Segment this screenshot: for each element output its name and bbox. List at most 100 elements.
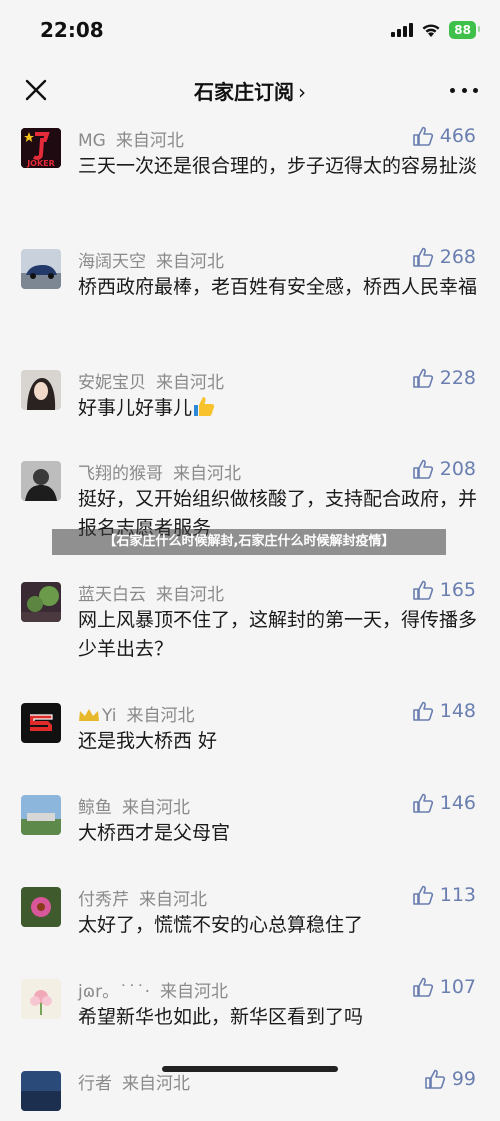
comment-meta: MG 来自河北 [78, 126, 184, 151]
avatar[interactable] [21, 703, 61, 743]
like-button[interactable]: 113 [412, 884, 476, 906]
avatar[interactable] [21, 370, 61, 410]
comment-username[interactable]: 安妮宝贝 [78, 373, 146, 393]
comment-meta: Yi 来自河北 [78, 701, 195, 726]
like-icon [412, 459, 433, 479]
like-count: 268 [439, 246, 476, 268]
home-indicator[interactable] [162, 1066, 338, 1072]
like-button[interactable]: 146 [412, 792, 476, 814]
list-item: jɷr。˙˙˙· 来自河北 107 希望新华也如此，新华区看到了吗 [0, 969, 500, 1061]
comment-username[interactable]: 鲸鱼 [78, 798, 112, 818]
like-button[interactable]: 268 [412, 246, 476, 268]
like-button[interactable]: 228 [412, 367, 476, 389]
comment-username[interactable]: 行者 [78, 1074, 112, 1094]
comment-location: 来自河北 [126, 706, 195, 726]
like-icon [412, 793, 433, 813]
navbar: 石家庄订阅 › [0, 62, 500, 118]
like-button[interactable]: 165 [412, 579, 476, 601]
comment-username[interactable]: Yi [102, 706, 117, 726]
comment-meta: 鲸鱼 来自河北 [78, 793, 190, 818]
like-count: 228 [439, 367, 476, 389]
like-button[interactable]: 148 [412, 700, 476, 722]
status-icons: 88 [391, 21, 480, 39]
comment-meta: 蓝天白云 来自河北 [78, 580, 224, 605]
like-count: 148 [439, 700, 476, 722]
like-icon [412, 247, 433, 267]
like-count: 107 [439, 976, 476, 998]
like-count: 99 [451, 1068, 476, 1090]
like-button[interactable]: 107 [412, 976, 476, 998]
thumbs-up-emoji-icon [194, 397, 215, 416]
like-icon [412, 580, 433, 600]
more-icon[interactable] [450, 80, 478, 100]
like-icon [412, 977, 433, 997]
avatar[interactable] [21, 582, 61, 622]
comment-meta: 安妮宝贝 来自河北 [78, 368, 224, 393]
like-icon [412, 701, 433, 721]
comment-location: 来自河北 [156, 252, 224, 272]
list-item: JOKER MG 来自河北 466 三天一次还是很合理的，步子迈得太的容易扯淡 [0, 118, 500, 239]
status-bar: 22:08 88 [0, 0, 500, 62]
svg-text:JOKER: JOKER [26, 159, 55, 168]
comment-meta: 付秀芹 来自河北 [78, 885, 207, 910]
comment-meta: 飞翔的猴哥 来自河北 [78, 459, 241, 484]
like-icon [425, 1069, 445, 1089]
comment-location: 来自河北 [115, 131, 184, 151]
comment-text-content: 好事儿好事儿 [78, 397, 193, 419]
like-count: 208 [439, 458, 476, 480]
avatar[interactable] [21, 1071, 61, 1111]
page-title[interactable]: 石家庄订阅 › [0, 76, 500, 105]
like-count: 165 [439, 579, 476, 601]
comment-text: 网上风暴顶不住了，这解封的第一天，得传播多少羊出去？ [78, 609, 478, 660]
comment-username[interactable]: 海阔天空 [78, 252, 146, 272]
like-icon [412, 126, 433, 146]
avatar[interactable]: JOKER [21, 128, 61, 168]
comment-username[interactable]: 飞翔的猴哥 [78, 464, 163, 484]
like-count: 146 [439, 792, 476, 814]
comment-username[interactable]: MG [78, 131, 106, 151]
signal-icon [391, 23, 414, 37]
comment-location: 来自河北 [139, 890, 207, 910]
avatar[interactable] [21, 887, 61, 927]
comment-text: 大桥西才是父母官 [78, 822, 231, 844]
like-button[interactable]: 466 [412, 125, 476, 147]
page-title-text: 石家庄订阅 [194, 80, 294, 104]
avatar[interactable] [21, 795, 61, 835]
like-icon [412, 368, 433, 388]
list-item: Yi 来自河北 148 还是我大桥西 好 [0, 693, 500, 785]
list-item: 安妮宝贝 来自河北 228 好事儿好事儿 [0, 360, 500, 451]
list-item: 蓝天白云 来自河北 165 网上风暴顶不住了，这解封的第一天，得传播多少羊出去？ [0, 572, 500, 693]
avatar[interactable] [21, 979, 61, 1019]
comment-location: 来自河北 [173, 464, 241, 484]
comment-username[interactable]: 蓝天白云 [78, 585, 146, 605]
comment-text: 三天一次还是很合理的，步子迈得太的容易扯淡 [78, 155, 478, 177]
like-count: 113 [439, 884, 476, 906]
like-icon [412, 885, 433, 905]
status-time: 22:08 [40, 18, 104, 42]
comment-username[interactable]: 付秀芹 [78, 890, 129, 910]
chevron-right-icon: › [298, 80, 306, 104]
comment-text: 好事儿好事儿 [78, 394, 478, 423]
comment-text: 太好了，慌慌不安的心总算稳住了 [78, 914, 364, 936]
avatar[interactable] [21, 249, 61, 289]
list-item: 付秀芹 来自河北 113 太好了，慌慌不安的心总算稳住了 [0, 877, 500, 969]
like-button[interactable]: 208 [412, 458, 476, 480]
comment-list: JOKER MG 来自河北 466 三天一次还是很合理的，步子迈得太的容易扯淡 海… [0, 118, 500, 1121]
comment-meta: jɷr。˙˙˙· 来自河北 [78, 977, 228, 1002]
comment-location: 来自河北 [122, 1074, 190, 1094]
comment-location: 来自河北 [160, 982, 228, 1002]
comment-location: 来自河北 [122, 798, 190, 818]
caption-banner: 【石家庄什么时候解封,石家庄什么时候解封疫情】 [52, 529, 446, 555]
list-item: 鲸鱼 来自河北 146 大桥西才是父母官 [0, 785, 500, 877]
list-item: 海阔天空 来自河北 268 桥西政府最棒，老百姓有安全感，桥西人民幸福 [0, 239, 500, 360]
comment-username[interactable]: jɷr。˙˙˙· [78, 982, 150, 1002]
avatar[interactable] [21, 461, 61, 501]
comment-text: 还是我大桥西 好 [78, 730, 218, 752]
like-button[interactable]: 99 [424, 1068, 476, 1090]
like-count: 466 [439, 125, 476, 147]
comment-meta: 海阔天空 来自河北 [78, 247, 224, 272]
comment-text: 桥西政府最棒，老百姓有安全感，桥西人民幸福 [78, 276, 478, 298]
comment-location: 来自河北 [156, 373, 224, 393]
comment-location: 来自河北 [156, 585, 224, 605]
crown-icon [79, 709, 99, 721]
